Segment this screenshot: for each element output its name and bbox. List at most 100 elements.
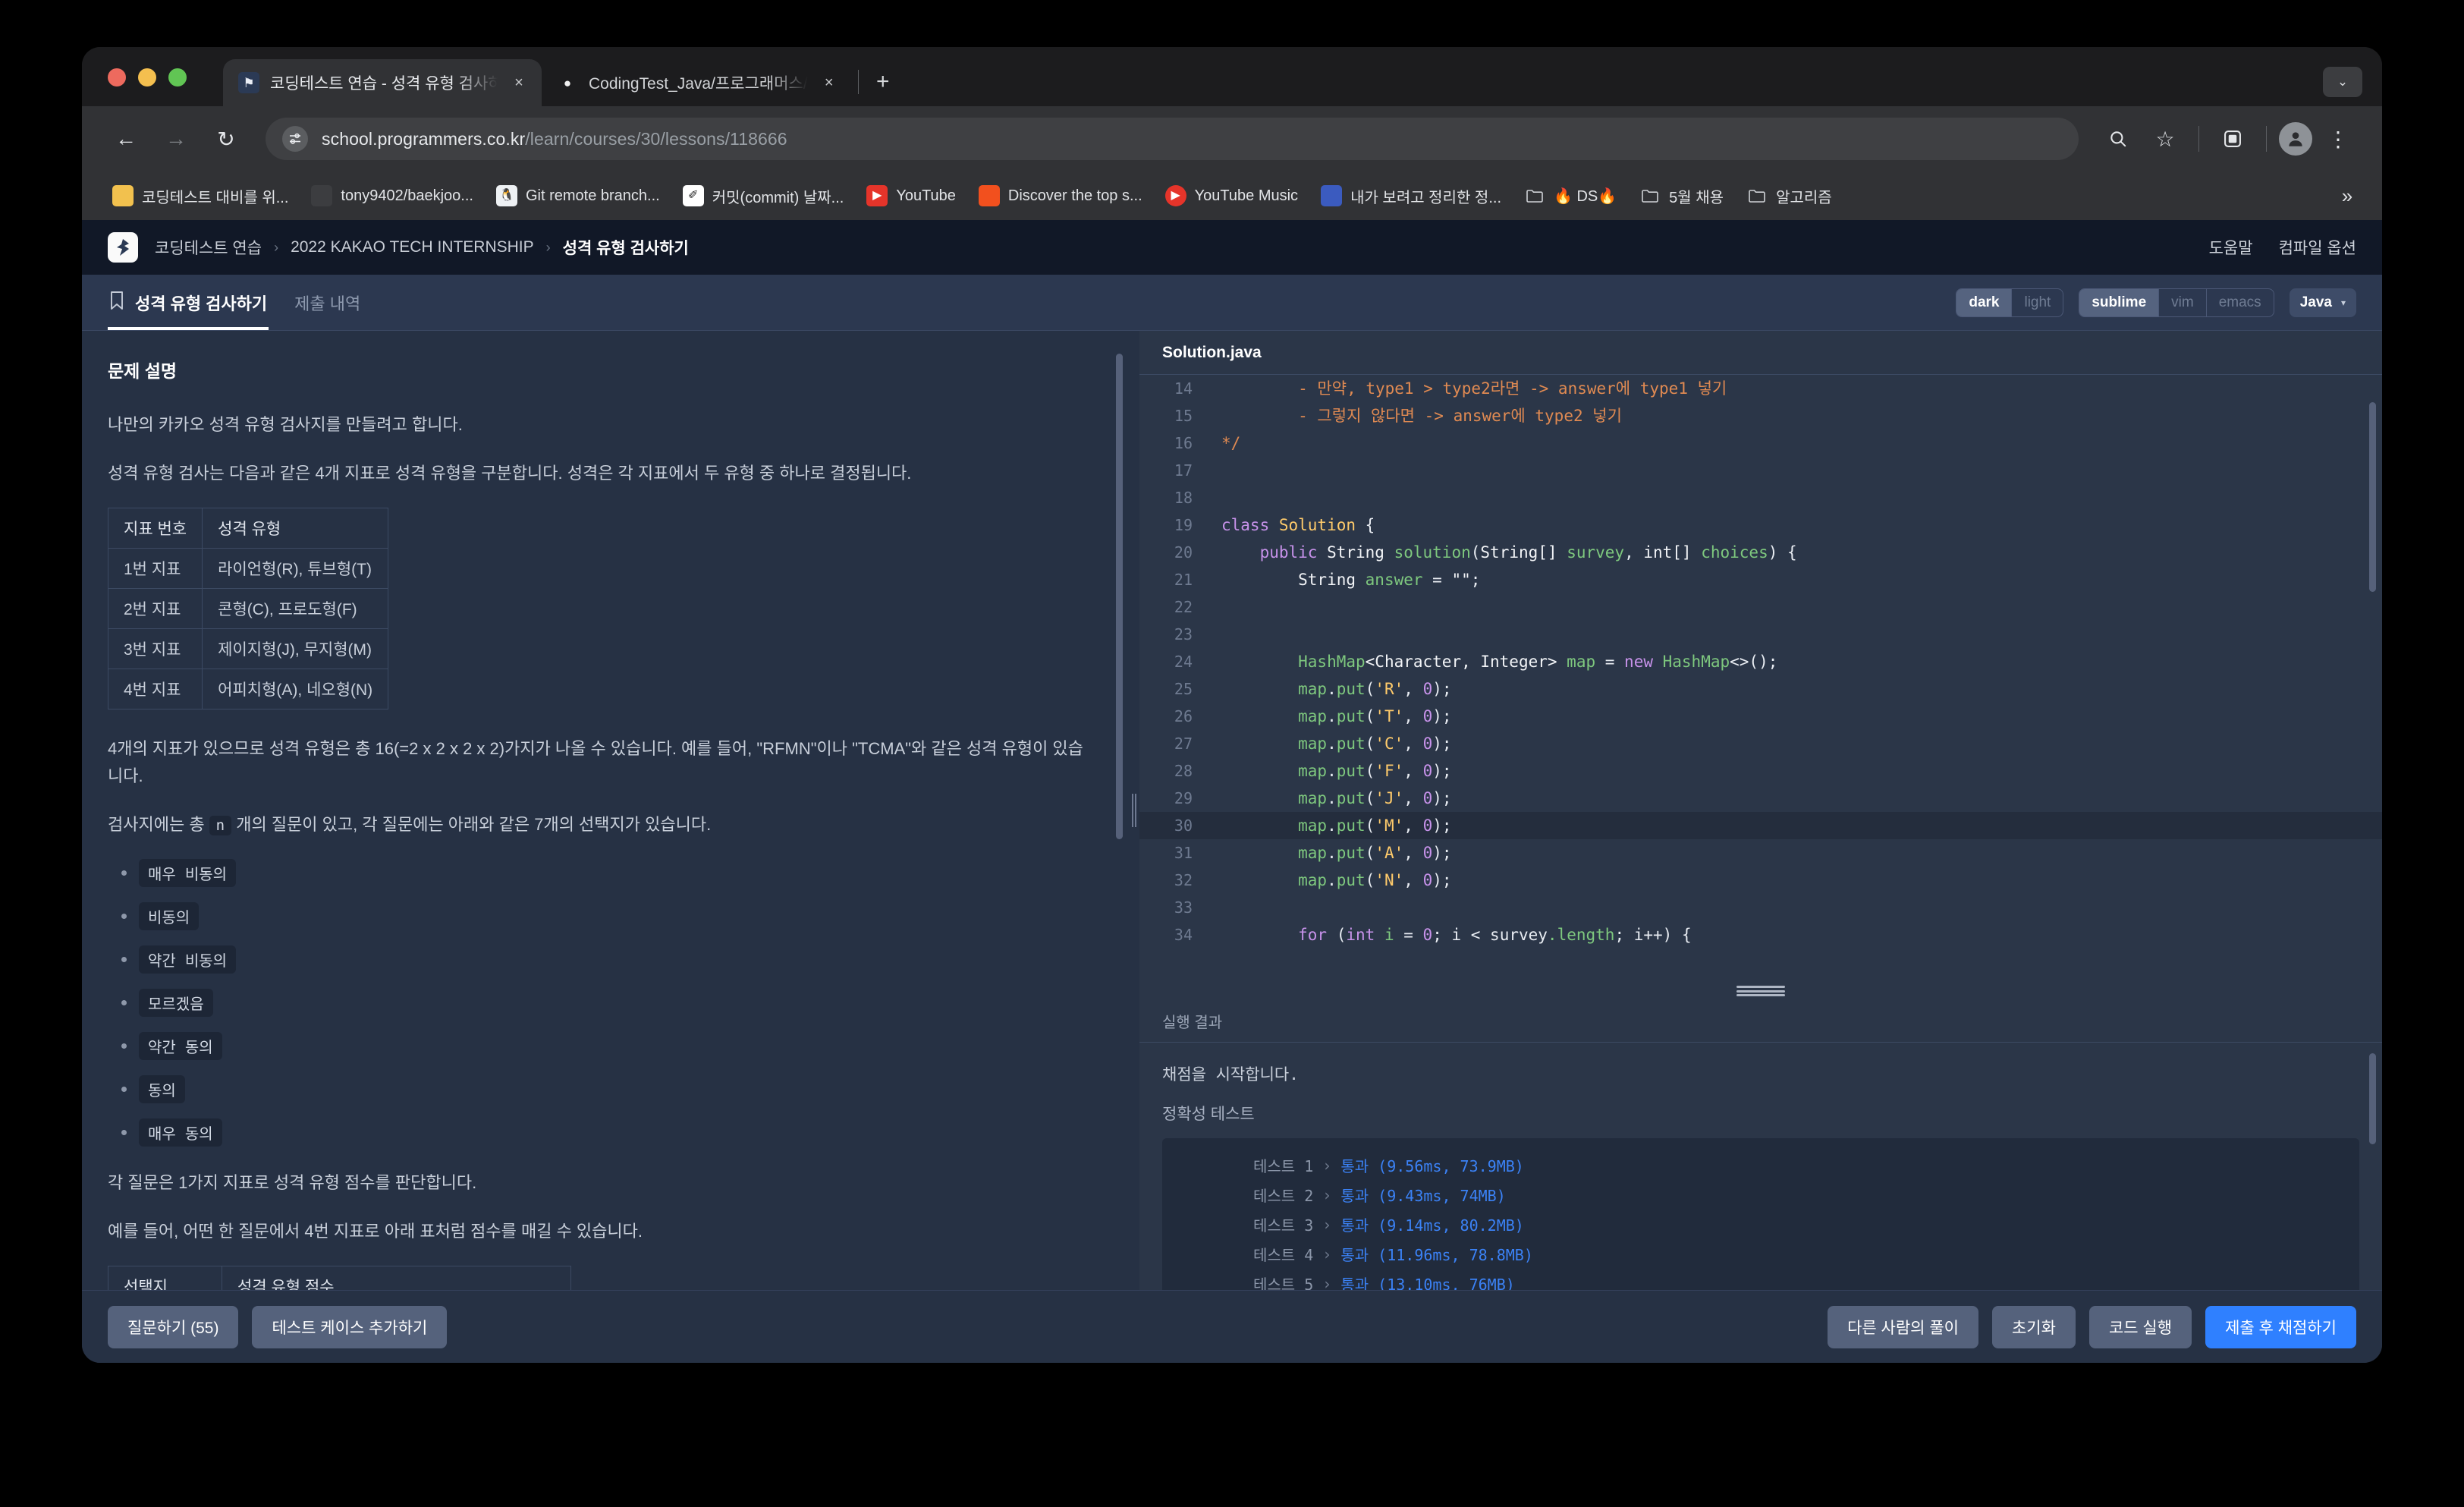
bookmark-item[interactable]: tony9402/baekjoo... — [302, 180, 482, 212]
code-line[interactable]: 32 map.put('N', 0); — [1139, 867, 2382, 894]
code-scrollbar[interactable] — [2369, 402, 2376, 592]
keymap-option-sublime[interactable]: sublime — [2079, 288, 2160, 316]
problem-scrollbar[interactable] — [1116, 354, 1123, 839]
bookmark-item[interactable]: 🐧 Git remote branch... — [487, 180, 669, 212]
bookmark-label: 내가 보려고 정리한 정... — [1350, 189, 1502, 206]
breadcrumb-separator-icon: › — [545, 239, 551, 255]
choice-chip: 동의 — [139, 1075, 185, 1104]
code-line-text: map.put('A', 0); — [1212, 839, 1451, 867]
code-line[interactable]: 14 - 만약, type1 > type2라면 -> answer에 type… — [1139, 375, 2382, 402]
code-line[interactable]: 22 — [1139, 593, 2382, 621]
compile-options-link[interactable]: 컴파일 옵션 — [2279, 236, 2356, 259]
code-line[interactable]: 17 — [1139, 457, 2382, 484]
folder-icon — [1524, 185, 1545, 206]
code-line[interactable]: 30 map.put('M', 0); — [1139, 812, 2382, 839]
bookmark-item[interactable]: ▶ YouTube Music — [1156, 180, 1307, 212]
submit-and-grade-button[interactable]: 제출 후 채점하기 — [2205, 1305, 2356, 1348]
site-settings-icon[interactable] — [282, 126, 308, 152]
theme-option-light[interactable]: light — [2012, 289, 2063, 316]
extensions-icon[interactable] — [2211, 118, 2254, 160]
bookmark-folder-may[interactable]: 5월 채용 — [1630, 180, 1733, 212]
code-line[interactable]: 31 map.put('A', 0); — [1139, 839, 2382, 867]
code-token: . — [1327, 680, 1337, 698]
close-tab-icon[interactable]: × — [508, 72, 530, 93]
code-editor[interactable]: 14 - 만약, type1 > type2라면 -> answer에 type… — [1139, 375, 2382, 1000]
code-line-text: map.put('N', 0); — [1212, 867, 1451, 894]
help-link[interactable]: 도움말 — [2209, 236, 2253, 259]
test-result-value: 통과 (13.10ms, 76MB) — [1340, 1276, 1515, 1290]
breadcrumb-item-challenge[interactable]: 2022 KAKAO TECH INTERNSHIP — [291, 238, 534, 256]
bookmarks-overflow-icon[interactable]: » — [2332, 181, 2362, 211]
code-line[interactable]: 16 */ — [1139, 429, 2382, 457]
avatar[interactable] — [2279, 122, 2312, 156]
new-tab-button[interactable]: + — [868, 67, 898, 97]
result-status-line: 채점을 시작합니다. — [1162, 1065, 1299, 1084]
omnibox-divider-2 — [2266, 126, 2267, 152]
splitter-grip[interactable] — [1132, 794, 1136, 827]
bookmark-folder-ds[interactable]: 🔥 DS🔥 — [1515, 180, 1626, 212]
code-line[interactable]: 21 String answer = ""; — [1139, 566, 2382, 593]
line-number: 24 — [1174, 653, 1193, 671]
theme-option-dark[interactable]: dark — [1956, 288, 2013, 316]
code-line[interactable]: 19 class Solution { — [1139, 511, 2382, 539]
cell-type: 제이지형(J), 무지형(M) — [202, 628, 389, 670]
bookmark-item[interactable]: ▶ YouTube — [857, 180, 965, 212]
tab-submissions[interactable]: 제출 내역 — [293, 275, 362, 330]
bookmarks-bar: 코딩테스트 대비를 위... tony9402/baekjoo... 🐧 Git … — [82, 171, 2382, 220]
browser-tab-programmers[interactable]: ⚑ 코딩테스트 연습 - 성격 유형 검사하기 × — [223, 59, 542, 106]
search-icon[interactable] — [2097, 118, 2139, 160]
code-token: , — [1624, 543, 1644, 562]
close-window-button[interactable] — [108, 68, 126, 87]
programmers-logo-icon[interactable] — [108, 232, 138, 263]
keymap-option-emacs[interactable]: emacs — [2207, 289, 2274, 316]
bookmark-item[interactable]: ✐ 커밋(commit) 날짜... — [674, 180, 853, 212]
forward-button[interactable]: → — [155, 118, 197, 160]
add-test-case-button[interactable]: 테스트 케이스 추가하기 — [252, 1305, 448, 1348]
bookmark-item[interactable]: 내가 보려고 정리한 정... — [1312, 180, 1510, 212]
close-tab-icon[interactable]: × — [819, 72, 840, 93]
code-line[interactable]: 28 map.put('F', 0); — [1139, 757, 2382, 785]
maximize-window-button[interactable] — [168, 68, 187, 87]
run-code-button[interactable]: 코드 실행 — [2088, 1305, 2192, 1348]
code-line[interactable]: 33 — [1139, 894, 2382, 921]
other-solutions-button[interactable]: 다른 사람의 풀이 — [1828, 1305, 1978, 1348]
reload-button[interactable]: ↻ — [205, 118, 247, 160]
code-line[interactable]: 24 HashMap<Character, Integer> map = new… — [1139, 648, 2382, 675]
code-line[interactable]: 18 — [1139, 484, 2382, 511]
bookmark-folder-algorithm[interactable]: 알고리즘 — [1737, 180, 1841, 212]
address-bar[interactable]: school.programmers.co.kr/learn/courses/3… — [266, 118, 2079, 160]
code-line[interactable]: 34 for (int i = 0; i < survey.length; i+… — [1139, 921, 2382, 949]
pane-splitter[interactable] — [1129, 331, 1139, 1290]
bookmark-item[interactable]: 코딩테스트 대비를 위... — [103, 180, 297, 212]
result-scrollbar[interactable] — [2369, 1053, 2376, 1144]
minimize-window-button[interactable] — [138, 68, 156, 87]
code-token: put — [1336, 762, 1366, 780]
tab-problem[interactable]: 성격 유형 검사하기 — [108, 275, 269, 330]
browser-menu-icon[interactable]: ⋮ — [2317, 118, 2359, 160]
editor-resize-grip[interactable] — [1736, 986, 1785, 996]
code-lines[interactable]: 14 - 만약, type1 > type2라면 -> answer에 type… — [1139, 375, 2382, 949]
bookmark-ribbon-icon[interactable] — [109, 291, 124, 315]
reset-button[interactable]: 초기화 — [1991, 1305, 2076, 1348]
code-line[interactable]: 15 - 그렇지 않다면 -> answer에 type2 넣기 — [1139, 402, 2382, 429]
code-line[interactable]: 27 map.put('C', 0); — [1139, 730, 2382, 757]
code-line[interactable]: 20 public String solution(String[] surve… — [1139, 539, 2382, 566]
cell-indicator: 4번 지표 — [107, 669, 203, 710]
ask-question-button[interactable]: 질문하기 (55) — [108, 1305, 239, 1348]
code-line[interactable]: 23 — [1139, 621, 2382, 648]
indicator-table: 지표 번호 성격 유형 1번 지표 라이언형(R), 튜브형(T) 2번 지표 콘형… — [107, 508, 389, 710]
chevron-down-icon[interactable]: ⌄ — [2323, 67, 2362, 97]
breadcrumb-item-course[interactable]: 코딩테스트 연습 — [155, 236, 262, 259]
back-button[interactable]: ← — [105, 118, 147, 160]
bookmark-item[interactable]: Discover the top s... — [970, 180, 1152, 212]
code-line[interactable]: 29 map.put('J', 0); — [1139, 785, 2382, 812]
code-line[interactable]: 25 map.put('R', 0); — [1139, 675, 2382, 703]
problem-paragraph: 나만의 카카오 성격 유형 검사지를 만들려고 합니다. — [108, 415, 463, 434]
bookmark-star-icon[interactable]: ☆ — [2144, 118, 2186, 160]
code-token: ); — [1432, 762, 1452, 780]
browser-tab-github[interactable]: ● CodingTest_Java/프로그래머스/ × — [542, 59, 852, 106]
browser-window: ⚑ 코딩테스트 연습 - 성격 유형 검사하기 × ● CodingTest_J… — [82, 47, 2382, 1363]
keymap-option-vim[interactable]: vim — [2159, 288, 2207, 316]
language-select[interactable]: Java ▾ — [2289, 288, 2356, 317]
code-line[interactable]: 26 map.put('T', 0); — [1139, 703, 2382, 730]
